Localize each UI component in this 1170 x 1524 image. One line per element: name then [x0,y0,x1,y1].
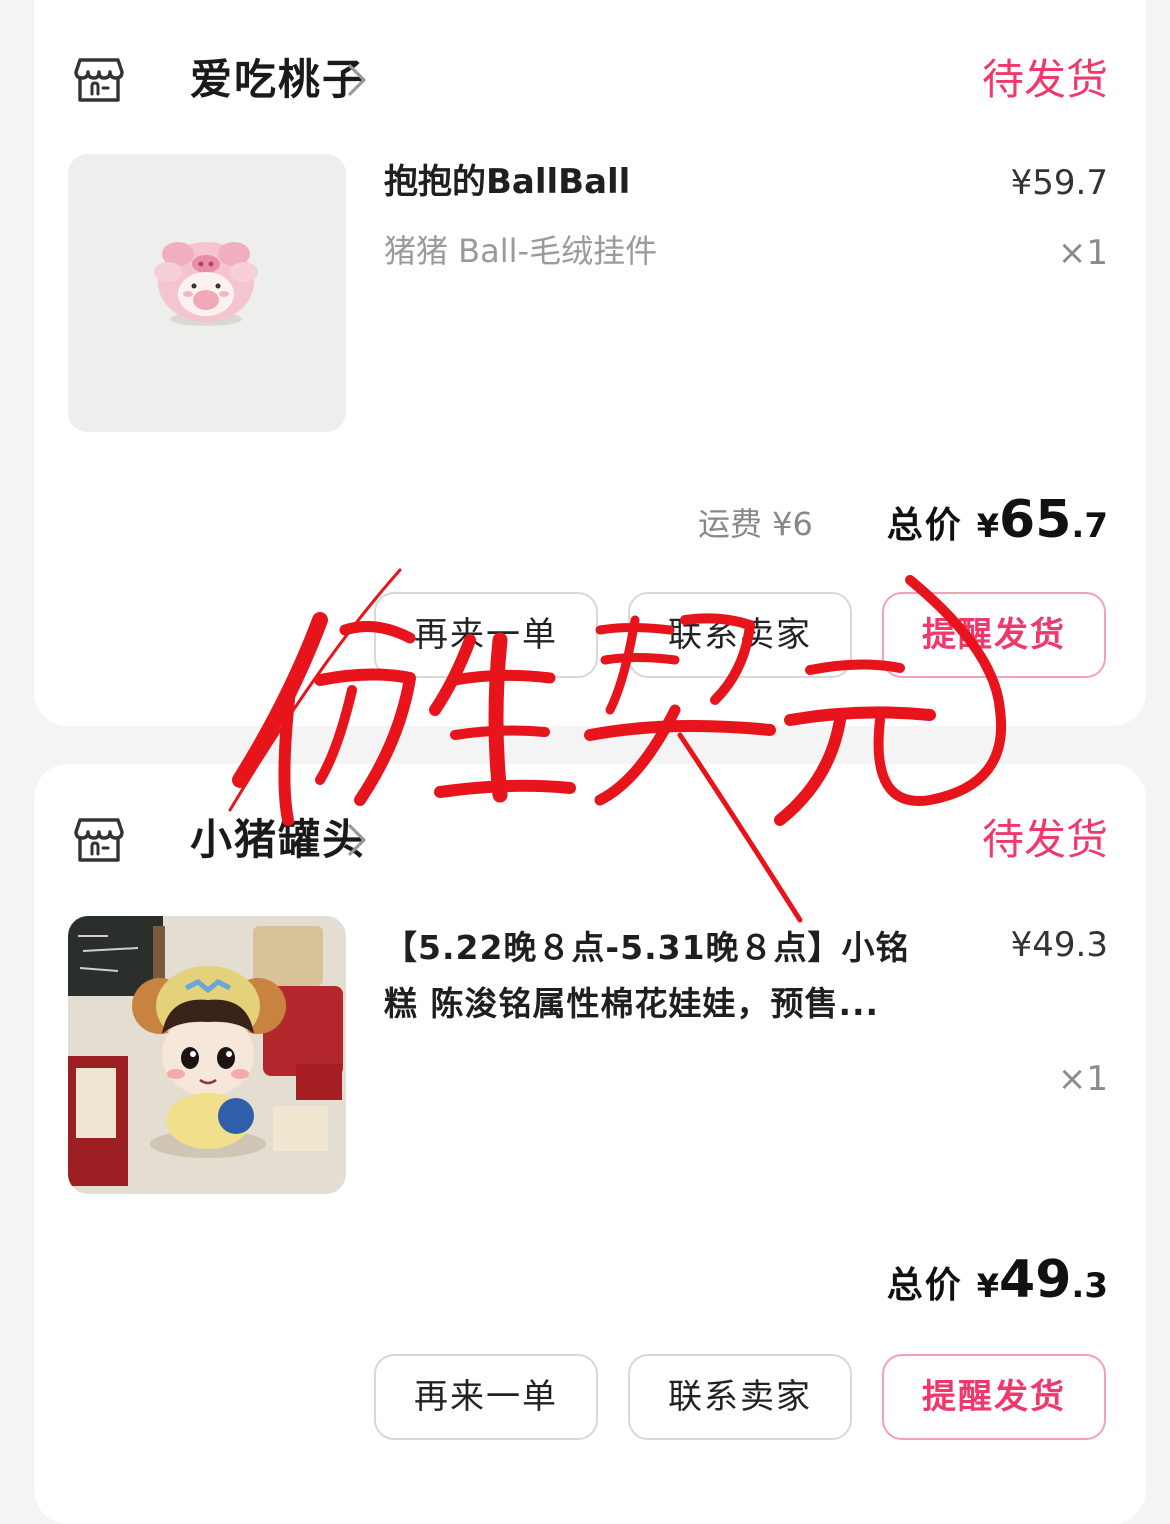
currency-symbol: ¥ [976,1267,1000,1305]
product-image[interactable] [68,916,346,1194]
total-label: 总价 [886,1265,963,1306]
total-integer: 65 [999,490,1072,550]
total-decimal: .7 [1071,506,1108,546]
reorder-button[interactable]: 再来一单 [374,1354,598,1440]
product-title-line-1[interactable]: 【5.22晚８点-5.31晚８点】小铭 [384,920,910,976]
quantity: ×1 [1057,233,1108,273]
total-label: 总价 [886,505,963,546]
store-icon [74,58,124,102]
chevron-right-icon [348,64,366,96]
shop-name: 小猪罐头 [190,815,367,864]
total-decimal: .3 [1071,1266,1108,1306]
total-price: 总价 ¥49.3 [887,1250,1108,1322]
quantity: ×1 [1057,1059,1108,1099]
shop-header[interactable]: 爱吃桃子 待发货 [74,50,1108,110]
order-status: 待发货 [981,815,1108,864]
shop-header[interactable]: 小猪罐头 待发货 [74,810,1108,870]
product-image[interactable] [68,154,346,432]
currency-symbol: ¥ [976,507,1000,545]
unit-price: ¥59.7 [1010,163,1108,203]
contact-seller-button[interactable]: 联系卖家 [628,1354,852,1440]
chevron-right-icon [348,824,366,856]
shipping-fee: 运费 ¥6 [698,505,813,543]
product-spec: 猪猪 Ball-毛绒挂件 [384,232,658,270]
unit-price: ¥49.3 [1010,925,1108,965]
product-title[interactable]: 抱抱的BallBall [384,154,630,210]
contact-seller-button[interactable]: 联系卖家 [628,592,852,678]
shop-name: 爱吃桃子 [190,55,367,104]
remind-shipping-button[interactable]: 提醒发货 [882,592,1106,678]
order-status: 待发货 [981,55,1108,104]
remind-shipping-button[interactable]: 提醒发货 [882,1354,1106,1440]
order-card: 爱吃桃子 待发货 抱抱的BallBall 猪猪 Ball-毛绒挂件 ¥59.7 [34,0,1146,726]
product-title-line-2[interactable]: 糕 陈浚铭属性棉花娃娃，预售... [384,976,879,1032]
reorder-button[interactable]: 再来一单 [374,592,598,678]
total-integer: 49 [999,1250,1072,1310]
total-price: 总价 ¥65.7 [887,490,1108,562]
order-card: 小猪罐头 待发货 【5.22晚８点-5.31晚８点】小铭 糕 陈浚铭属性棉花娃娃… [34,764,1146,1524]
store-icon [74,818,124,862]
